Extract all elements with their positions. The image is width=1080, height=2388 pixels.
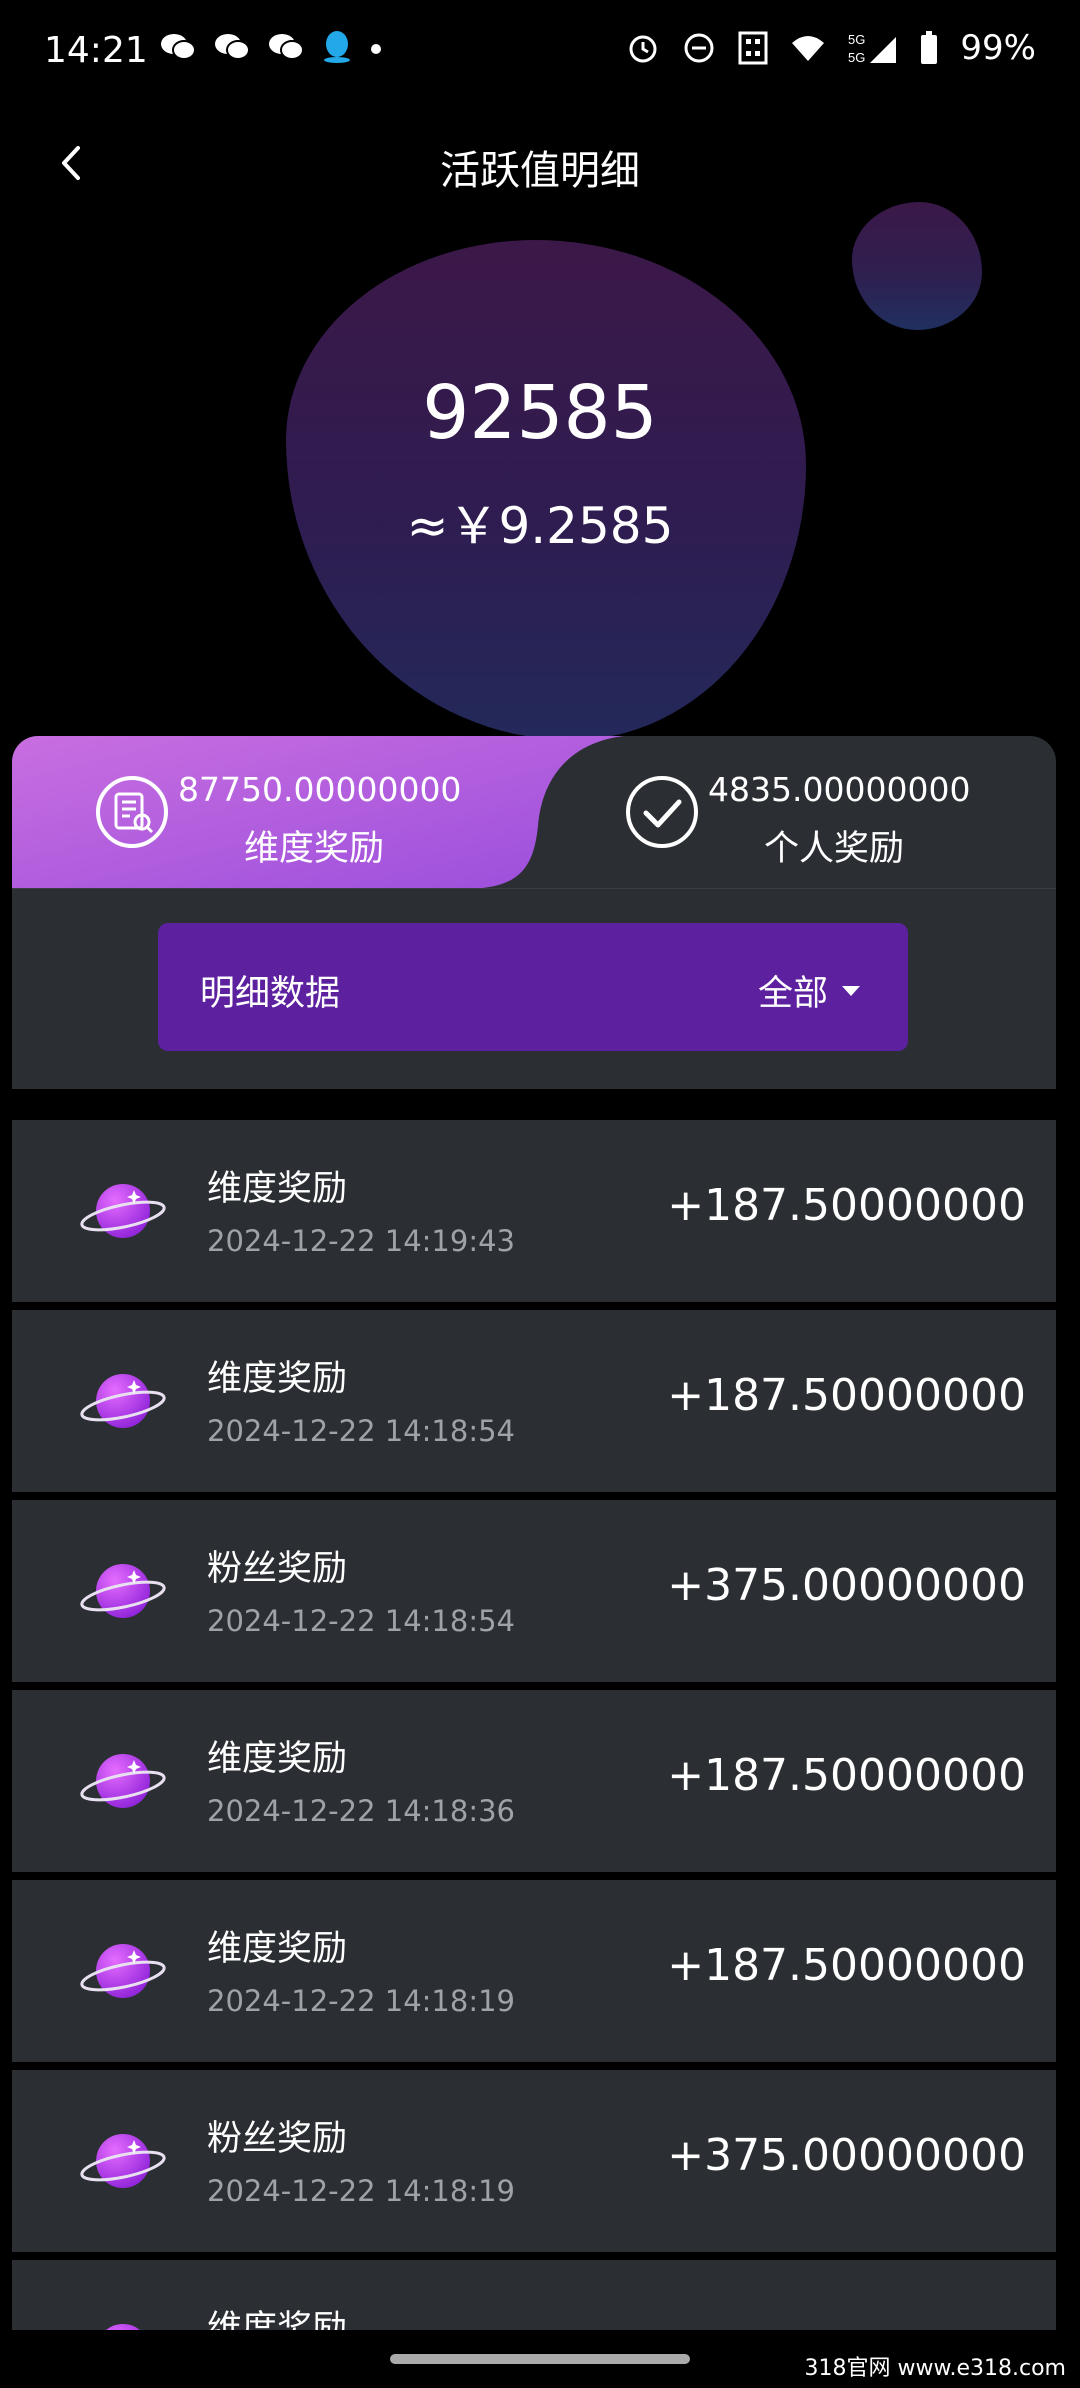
record-amount: +375.00000000 [667, 2130, 1026, 2181]
total-money-equivalent: ≈￥9.2585 [406, 497, 674, 555]
watermark: 318官网 www.e318.com [798, 2348, 1072, 2384]
alarm-icon [626, 31, 660, 65]
record-title: 维度奖励 [207, 1929, 348, 1969]
battery-percent: 99% [960, 28, 1036, 68]
record-amount: +187.50000000 [667, 1370, 1026, 1421]
record-amount: +187.50000000 [667, 1940, 1026, 1991]
record-amount: +375.00000000 [667, 1560, 1026, 1611]
battery-icon [920, 31, 938, 65]
filter-dropdown[interactable]: 明细数据 全部 [158, 923, 908, 1051]
nfc-icon [738, 31, 768, 65]
record-time: 2024-12-22 14:18:19 [207, 2174, 515, 2208]
document-search-icon [94, 774, 170, 850]
planet-icon [78, 1166, 168, 1256]
signal-icon: 5G 5G [848, 31, 898, 65]
record-title: 维度奖励 [207, 2309, 348, 2330]
dimension-reward-label: 维度奖励 [244, 829, 385, 869]
personal-reward-label: 个人奖励 [764, 829, 905, 869]
filter-selected-value: 全部 [758, 965, 860, 1016]
planet-icon [78, 1546, 168, 1636]
wechat-icon [214, 32, 250, 66]
dot-icon [370, 40, 382, 59]
notification-icons [160, 30, 382, 68]
planet-icon [78, 1926, 168, 2016]
wechat-icon [268, 32, 304, 66]
record-time: 2024-12-22 14:18:54 [207, 1604, 515, 1638]
caret-down-icon [842, 986, 860, 996]
list-item[interactable]: 粉丝奖励 2024-12-22 14:18:54 +375.00000000 [12, 1500, 1056, 1682]
summary-dimension-reward[interactable]: 87750.00000000 维度奖励 [12, 736, 624, 888]
record-title: 粉丝奖励 [207, 1549, 348, 1589]
wechat-icon [160, 32, 196, 66]
planet-icon [78, 2116, 168, 2206]
list-item[interactable]: 维度奖励 2024-12-22 14:18:36 +187.50000000 [12, 1690, 1056, 1872]
record-title: 粉丝奖励 [207, 2119, 348, 2159]
filter-value-text: 全部 [757, 974, 828, 1014]
check-circle-icon [624, 774, 700, 850]
personal-reward-amount: 4835.00000000 [708, 770, 971, 809]
record-time: 2024-12-22 14:18:19 [207, 1984, 515, 2018]
dnd-icon [682, 31, 716, 65]
record-amount: +187.50000000 [667, 1180, 1026, 1231]
list-item[interactable]: 维度奖励 2024-12-22 14:19:43 +187.50000000 [12, 1120, 1056, 1302]
planet-icon [78, 1736, 168, 1826]
page-title: 活跃值明细 [440, 148, 640, 194]
records-list: 维度奖励 2024-12-22 14:19:43 +187.50000000 维… [12, 1120, 1056, 2338]
qq-icon [322, 30, 352, 68]
record-amount: +187.50000000 [667, 1750, 1026, 1801]
status-right: 5G 5G 99% [626, 28, 1036, 68]
record-time: 2024-12-22 14:19:43 [207, 1224, 515, 1258]
record-time: 2024-12-22 14:18:36 [207, 1794, 515, 1828]
planet-icon [78, 2306, 168, 2330]
summary-card: 87750.00000000 维度奖励 4835.00000000 个人奖励 [12, 736, 1056, 888]
planet-icon [78, 1356, 168, 1446]
list-item[interactable]: 维度奖励 [12, 2260, 1056, 2330]
record-title: 维度奖励 [207, 1359, 348, 1399]
svg-text:5G: 5G [848, 32, 865, 47]
home-indicator[interactable] [390, 2354, 690, 2364]
status-bar: 14:21 5G 5G 99% [0, 0, 1080, 110]
wifi-icon [790, 33, 826, 63]
total-activity-value: 92585 [422, 370, 658, 456]
decorative-blob-small [852, 202, 982, 330]
record-time: 2024-12-22 14:18:54 [207, 1414, 515, 1448]
dimension-reward-amount: 87750.00000000 [178, 770, 462, 809]
filter-area: 明细数据 全部 [12, 888, 1056, 1089]
list-item[interactable]: 维度奖励 2024-12-22 14:18:54 +187.50000000 [12, 1310, 1056, 1492]
svg-text:5G: 5G [848, 50, 865, 65]
list-item[interactable]: 维度奖励 2024-12-22 14:18:19 +187.50000000 [12, 1880, 1056, 2062]
record-title: 维度奖励 [207, 1169, 348, 1209]
list-item[interactable]: 粉丝奖励 2024-12-22 14:18:19 +375.00000000 [12, 2070, 1056, 2252]
status-time: 14:21 [44, 30, 148, 71]
filter-label: 明细数据 [200, 974, 341, 1014]
record-title: 维度奖励 [207, 1739, 348, 1779]
